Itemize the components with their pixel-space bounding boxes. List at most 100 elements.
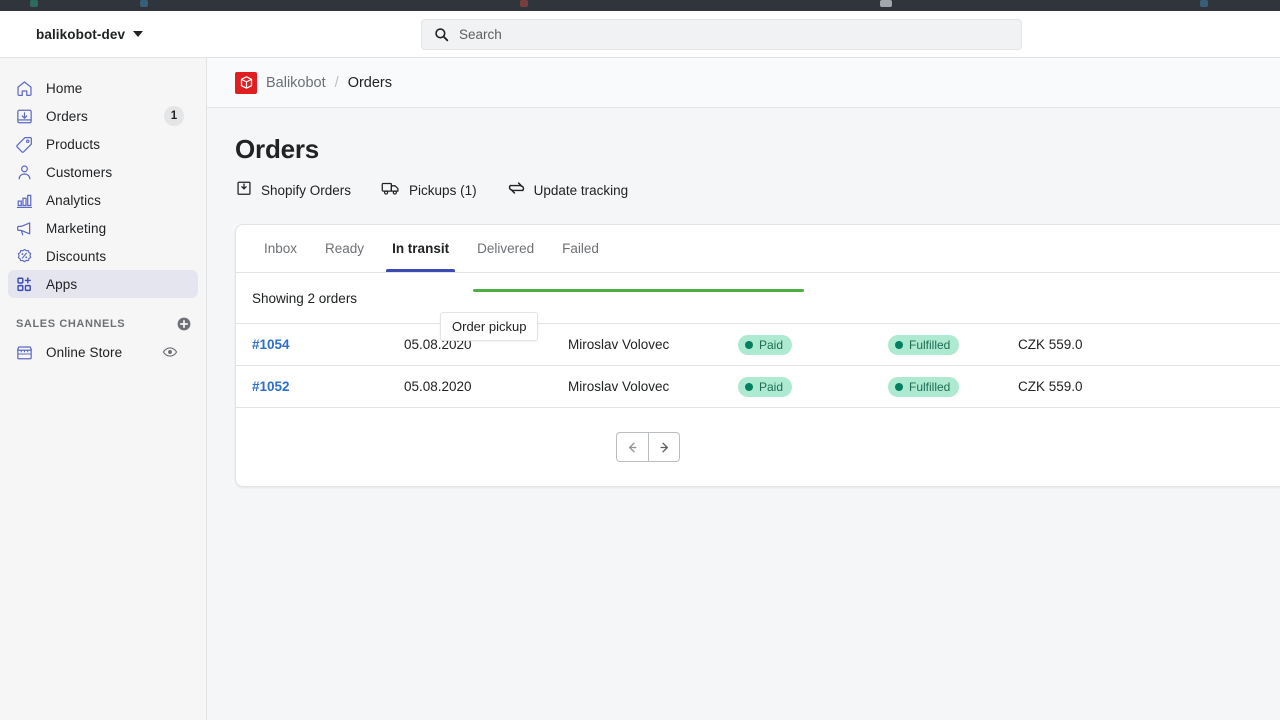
breadcrumb: Balikobot / Orders	[207, 58, 1280, 108]
pickups-label: Pickups (1)	[409, 183, 477, 198]
megaphone-icon	[14, 218, 34, 238]
page-actions: Shopify Orders Pickups (1) Update tracki…	[235, 179, 1280, 202]
sidebar-item-customers[interactable]: Customers	[8, 158, 198, 186]
update-tracking-button[interactable]: Update tracking	[507, 179, 629, 202]
sidebar-item-label: Products	[46, 136, 101, 152]
breadcrumb-separator: /	[334, 74, 339, 91]
order-total-cell: CZK 559.0	[1018, 337, 1083, 352]
sidebar-item-label: Apps	[46, 276, 78, 292]
search-placeholder: Search	[459, 27, 502, 42]
home-icon	[14, 78, 34, 98]
status-badge-paid: Paid	[738, 334, 793, 355]
import-orders-icon	[235, 179, 253, 202]
tab-failed[interactable]: Failed	[548, 225, 613, 272]
plus-circle-icon[interactable]	[176, 316, 192, 332]
sidebar-item-label: Discounts	[46, 248, 107, 264]
store-switcher[interactable]: balikobot-dev	[36, 27, 144, 42]
order-link[interactable]: #1052	[252, 379, 290, 394]
top-bar: balikobot-dev Search	[0, 11, 1280, 58]
tab-inbox[interactable]: Inbox	[250, 225, 311, 272]
refresh-sync-icon	[507, 179, 526, 202]
customer-cell: Miroslav Volovec	[568, 379, 670, 394]
update-tracking-label: Update tracking	[533, 183, 629, 198]
sidebar-item-discounts[interactable]: Discounts	[8, 242, 198, 270]
tab-label: In transit	[392, 241, 450, 256]
discount-badge-icon	[14, 246, 34, 266]
sidebar: Home Orders 1 Products Customers Analyti…	[0, 58, 207, 720]
browser-chrome-strip	[0, 0, 1280, 11]
search-input[interactable]: Search	[421, 19, 1022, 50]
status-badge-fulfilled: Fulfilled	[888, 334, 960, 355]
breadcrumb-app-name[interactable]: Balikobot	[266, 75, 326, 91]
status-badge-label: Paid	[759, 379, 784, 394]
order-id-cell: #1054	[236, 336, 404, 354]
breadcrumb-current: Orders	[347, 74, 393, 91]
sidebar-item-orders[interactable]: Orders 1	[8, 102, 198, 130]
person-icon	[14, 162, 34, 182]
tab-ready[interactable]: Ready	[311, 225, 378, 272]
sidebar-item-label: Marketing	[46, 220, 107, 236]
status-badge-label: Paid	[759, 337, 784, 352]
truck-icon	[381, 179, 401, 202]
pickups-button[interactable]: Pickups (1)	[381, 179, 477, 202]
sidebar-item-products[interactable]: Products	[8, 130, 198, 158]
inbox-download-icon	[14, 106, 34, 126]
storefront-icon	[14, 342, 34, 362]
sidebar-item-label: Online Store	[46, 344, 123, 360]
tab-label: Ready	[325, 241, 365, 256]
sidebar-item-analytics[interactable]: Analytics	[8, 186, 198, 214]
status-badge-label: Fulfilled	[909, 337, 951, 352]
chevron-down-icon	[133, 31, 144, 37]
orders-tabs: Inbox Ready In transit Delivered Failed	[236, 225, 1280, 273]
payment-status-cell: Paid	[738, 334, 888, 355]
search-icon	[435, 28, 449, 42]
pagination-next-button[interactable]	[648, 432, 680, 462]
shopify-orders-label: Shopify Orders	[261, 183, 352, 198]
status-badge-label: Fulfilled	[909, 379, 951, 394]
pagination-prev-button[interactable]	[616, 432, 648, 462]
showing-count: Showing 2 orders	[252, 291, 358, 306]
sidebar-item-label: Customers	[46, 164, 113, 180]
tab-delivered[interactable]: Delivered	[463, 225, 548, 272]
status-dot-icon	[895, 340, 903, 349]
tab-in-transit[interactable]: In transit	[378, 225, 463, 272]
page-body: Orders Shopify Orders Pickups (1) Update…	[207, 108, 1280, 487]
status-badge-paid: Paid	[738, 376, 793, 397]
fulfillment-status-cell: Fulfilled	[888, 334, 1018, 355]
app-root: balikobot-dev Search Home Orders 1 Produ…	[0, 0, 1280, 720]
customer-cell: Miroslav Volovec	[568, 337, 670, 352]
sidebar-item-apps[interactable]: Apps	[8, 270, 198, 298]
status-dot-icon	[745, 382, 753, 391]
orders-count-badge: 1	[164, 106, 184, 126]
orders-table: #1054 05.08.2020 Miroslav Volovec Paid F…	[236, 323, 1280, 408]
payment-status-cell: Paid	[738, 376, 888, 397]
table-row[interactable]: #1052 05.08.2020 Miroslav Volovec Paid F…	[236, 366, 1280, 408]
table-row[interactable]: #1054 05.08.2020 Miroslav Volovec Paid F…	[236, 324, 1280, 366]
order-link[interactable]: #1054	[252, 337, 290, 352]
arrow-left-icon	[629, 442, 637, 452]
sidebar-item-label: Analytics	[46, 192, 101, 208]
sidebar-item-online-store[interactable]: Online Store	[8, 338, 198, 366]
orders-card: Inbox Ready In transit Delivered Failed	[235, 224, 1280, 487]
balikobot-cube-logo	[235, 71, 257, 94]
tag-icon	[14, 134, 34, 154]
page-title: Orders	[235, 134, 320, 164]
loading-progress-bar	[473, 289, 804, 292]
sales-channels-header: SALES CHANNELS	[16, 316, 192, 332]
eye-icon[interactable]	[156, 342, 184, 362]
shopify-orders-button[interactable]: Shopify Orders	[235, 179, 351, 202]
bar-chart-icon	[14, 190, 34, 210]
sidebar-item-home[interactable]: Home	[8, 74, 198, 102]
status-dot-icon	[745, 340, 753, 349]
sidebar-item-marketing[interactable]: Marketing	[8, 214, 198, 242]
tab-label: Inbox	[264, 241, 298, 256]
sidebar-item-label: Home	[46, 80, 83, 96]
sales-channels-title: SALES CHANNELS	[16, 318, 126, 330]
apps-grid-icon	[14, 274, 34, 294]
pagination	[236, 408, 1280, 486]
order-total-cell: CZK 559.0	[1018, 379, 1083, 394]
order-pickup-tooltip: Order pickup	[440, 312, 539, 341]
sidebar-item-label: Orders	[46, 108, 88, 124]
fulfillment-status-cell: Fulfilled	[888, 376, 1018, 397]
arrow-right-icon	[659, 442, 668, 452]
